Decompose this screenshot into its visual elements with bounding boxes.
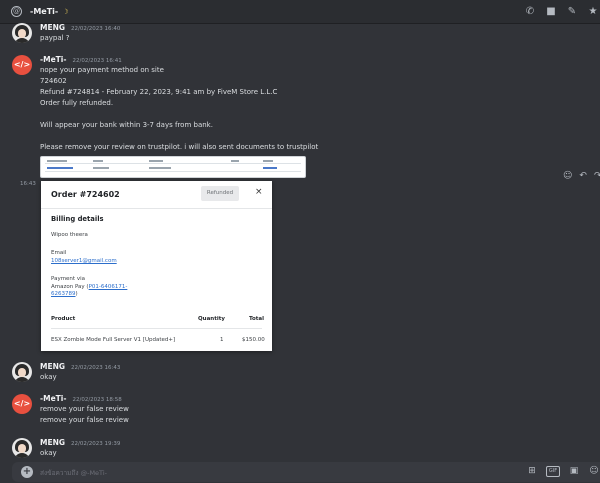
star-icon[interactable]: ★ xyxy=(588,7,598,17)
message-text: paypal ? xyxy=(40,34,70,42)
status-badge: Refunded xyxy=(201,186,239,201)
phone-icon[interactable]: ✆ xyxy=(525,7,535,17)
email-link: 108server1@gmail.com xyxy=(51,258,117,264)
sticker-icon[interactable]: ▣ xyxy=(568,466,580,477)
avatar[interactable] xyxy=(12,23,32,43)
message-input[interactable]: ส่งข้อความถึง @-MeTi- xyxy=(40,468,107,478)
add-reaction-icon[interactable]: ☺ xyxy=(563,171,572,181)
col-total: Total xyxy=(249,316,265,322)
payment-method: Amazon Pay (P01-6406171- xyxy=(51,284,128,290)
message-text: Order fully refunded. xyxy=(40,99,114,107)
username[interactable]: -MeTi- xyxy=(40,394,66,403)
moon-emoji: ☽ xyxy=(62,7,69,16)
order-title: Order #724602 xyxy=(51,190,120,199)
message-text: Will appear your bank within 3-7 days fr… xyxy=(40,121,213,129)
avatar[interactable] xyxy=(12,362,32,382)
email-label: Email xyxy=(51,250,67,256)
billing-name: Wipoo theera xyxy=(51,232,88,238)
timestamp: 22/02/2023 19:39 xyxy=(71,441,121,447)
message-text: remove your false review xyxy=(40,416,129,424)
col-product: Product xyxy=(51,316,76,322)
timestamp: 22/02/2023 16:43 xyxy=(71,365,121,371)
at-icon: @ xyxy=(11,6,22,17)
message-text: 724602 xyxy=(40,77,67,85)
close-icon: × xyxy=(255,187,263,197)
message-text: nope your payment method on site xyxy=(40,66,164,74)
item-quantity: 1 xyxy=(220,337,224,343)
message-text: Please remove your review on trustpilot.… xyxy=(40,143,319,151)
username[interactable]: MENG xyxy=(40,23,65,32)
message-text xyxy=(40,109,595,120)
username[interactable]: MENG xyxy=(40,362,65,371)
gift-icon[interactable]: ⊞ xyxy=(526,466,538,477)
video-icon[interactable]: ■ xyxy=(546,7,556,17)
pin-icon[interactable]: ✎ xyxy=(567,7,577,17)
timestamp: 16:43 xyxy=(20,181,36,187)
message-text: okay xyxy=(40,449,57,457)
item-product: ESX Zombie Mode Full Server V1 [Updated+… xyxy=(51,337,176,343)
timestamp: 22/02/2023 16:40 xyxy=(71,26,121,32)
message-text: Refund #724814 - February 22, 2023, 9:41… xyxy=(40,88,278,96)
forward-icon[interactable]: ↷ xyxy=(594,171,600,181)
col-quantity: Quantity xyxy=(198,316,225,322)
message-input-bar[interactable]: + ส่งข้อความถึง @-MeTi- ⊞ GIF ▣ ☺ xyxy=(12,462,600,482)
payment-label: Payment via xyxy=(51,276,85,282)
avatar[interactable] xyxy=(12,438,32,458)
order-image[interactable]: Order #724602 Refunded × Billing details… xyxy=(41,181,272,351)
emoji-icon[interactable]: ☺ xyxy=(588,466,600,477)
item-total: $150.00 xyxy=(242,337,265,343)
avatar[interactable]: </> xyxy=(12,394,32,414)
channel-header: @ -MeTi- ☽ ✆ ■ ✎ ★ xyxy=(0,0,600,24)
payment-ref: 6263789) xyxy=(51,291,78,297)
message-text xyxy=(40,131,595,142)
message-text: remove your false review xyxy=(40,405,129,413)
channel-title: -MeTi- xyxy=(30,7,59,16)
username[interactable]: -MeTi- xyxy=(40,55,66,64)
plus-icon[interactable]: + xyxy=(21,466,33,478)
username[interactable]: MENG xyxy=(40,438,65,447)
reply-icon[interactable]: ↶ xyxy=(579,171,587,181)
timestamp: 22/02/2023 16:41 xyxy=(72,58,122,64)
image-attachment[interactable] xyxy=(40,156,306,178)
message-text: okay xyxy=(40,373,57,381)
avatar[interactable]: </> xyxy=(12,55,32,75)
gif-icon[interactable]: GIF xyxy=(546,466,560,477)
timestamp: 22/02/2023 18:58 xyxy=(72,397,122,403)
billing-heading: Billing details xyxy=(51,215,104,223)
